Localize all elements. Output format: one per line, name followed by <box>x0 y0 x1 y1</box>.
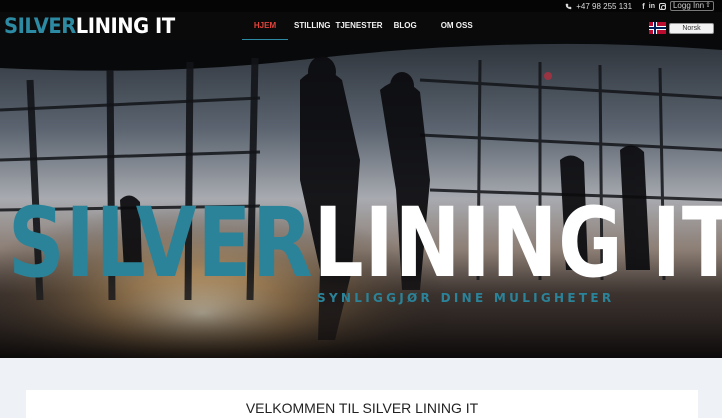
content-section: VELKOMMEN TIL SILVER LINING IT <box>0 358 722 418</box>
site-logo[interactable]: SILVERLINING IT <box>4 15 175 37</box>
norway-flag-icon[interactable] <box>649 22 666 34</box>
instagram-icon[interactable] <box>658 2 666 10</box>
hero-tagline: SYNLIGGJØR DINE MULIGHETER <box>317 291 615 305</box>
nav-item-stilling[interactable]: STILLING <box>294 12 330 40</box>
phone-icon <box>565 3 572 10</box>
hero-title: SILVERLINING IT <box>8 187 722 299</box>
hero-title-lining: LINING IT <box>313 187 722 299</box>
hero-banner: SILVERLINING IT <box>0 40 722 358</box>
contact-links: +47 98 255 131 f in Logg Inn ⇧ <box>565 0 714 12</box>
nav-item-hjem[interactable]: HJEM <box>242 12 288 40</box>
main-navbar: SILVERLINING IT HJEM STILLING TJENESTER … <box>0 12 722 40</box>
logo-lining: LINING IT <box>75 14 175 38</box>
nav-item-blog[interactable]: BLOG <box>394 12 417 40</box>
primary-nav: HJEM STILLING TJENESTER BLOG OM OSS <box>242 12 473 40</box>
top-utility-bar: +47 98 255 131 f in Logg Inn ⇧ <box>0 0 722 12</box>
facebook-icon[interactable]: f <box>642 2 645 11</box>
login-label: Logg Inn <box>672 1 705 10</box>
arrow-up-icon: ⇧ <box>705 2 711 9</box>
phone-number[interactable]: +47 98 255 131 <box>576 2 632 11</box>
welcome-heading: VELKOMMEN TIL SILVER LINING IT <box>245 400 479 416</box>
login-button[interactable]: Logg Inn ⇧ <box>669 1 714 11</box>
logo-silver: SILVER <box>4 14 76 38</box>
nav-item-tjenester[interactable]: TJENESTER <box>335 12 382 40</box>
nav-item-om-oss[interactable]: OM OSS <box>441 12 473 40</box>
language-switcher: Norsk <box>649 22 714 34</box>
welcome-card: VELKOMMEN TIL SILVER LINING IT <box>26 390 698 418</box>
hero-title-silver: SILVER <box>8 187 314 299</box>
linkedin-icon[interactable]: in <box>649 3 655 10</box>
language-select[interactable]: Norsk <box>669 22 714 34</box>
